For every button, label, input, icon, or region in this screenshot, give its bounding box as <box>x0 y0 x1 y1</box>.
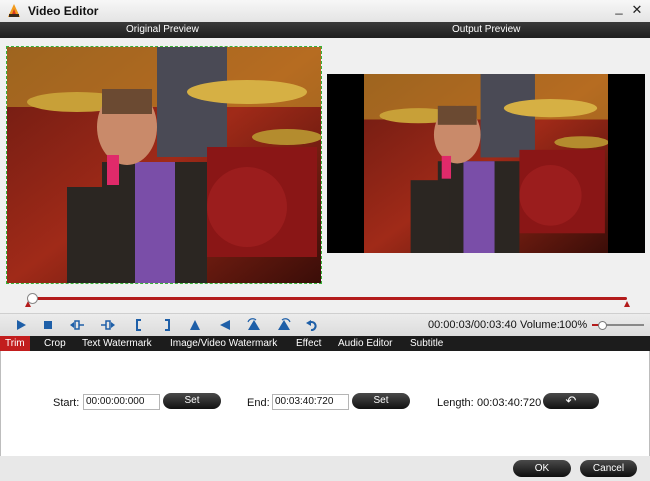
volume-handle[interactable] <box>598 321 608 330</box>
original-preview-video[interactable] <box>6 46 322 284</box>
tab-crop[interactable]: Crop <box>39 336 71 351</box>
tab-subtitle[interactable]: Subtitle <box>405 336 448 351</box>
play-icon[interactable] <box>14 318 28 332</box>
playback-controls: 00:00:03/00:03:40 Volume: 100% <box>0 313 650 336</box>
concert-frame-image <box>364 74 608 253</box>
reset-trim-button[interactable]: ↶ <box>543 393 599 409</box>
close-button[interactable]: ✕ <box>630 3 644 17</box>
original-preview-label: Original Preview <box>126 24 199 35</box>
start-label: Start: <box>53 397 80 409</box>
ok-button[interactable]: OK <box>513 460 571 477</box>
start-set-button[interactable]: Set <box>163 393 221 409</box>
tab-text-watermark[interactable]: Text Watermark <box>77 336 157 351</box>
flip-horizontal-icon[interactable] <box>218 318 232 332</box>
trim-panel: Start: Set End: Set Length: 00:03:40:720… <box>0 351 650 457</box>
mark-out-icon[interactable] <box>160 318 174 332</box>
editor-tabs: Trim Crop Text Watermark Image/Video Wat… <box>0 336 650 351</box>
output-frame <box>364 74 608 253</box>
volume-slider[interactable] <box>592 321 644 330</box>
start-time-field[interactable] <box>83 394 160 410</box>
rotate-right-icon[interactable] <box>277 318 291 332</box>
timeline-track[interactable] <box>27 297 627 300</box>
end-label: End: <box>247 397 270 409</box>
next-frame-icon[interactable] <box>101 318 115 332</box>
preview-header: Original Preview Output Preview <box>0 22 650 38</box>
stop-icon[interactable] <box>41 318 55 332</box>
tab-effect[interactable]: Effect <box>291 336 326 351</box>
end-time-field[interactable] <box>272 394 349 410</box>
title-bar: Video Editor _ ✕ <box>0 0 650 23</box>
output-preview-label: Output Preview <box>452 24 521 35</box>
tab-image-video-watermark[interactable]: Image/Video Watermark <box>165 336 282 351</box>
dialog-footer: OK Cancel <box>0 456 650 481</box>
window-title: Video Editor <box>28 4 99 18</box>
end-marker[interactable] <box>624 301 630 307</box>
app-logo-icon <box>8 4 20 17</box>
output-preview-video[interactable] <box>327 74 645 253</box>
flip-vertical-icon[interactable] <box>188 318 202 332</box>
undo-icon[interactable] <box>305 318 319 332</box>
cancel-button[interactable]: Cancel <box>580 460 637 477</box>
length-label: Length: <box>437 397 474 409</box>
minimize-button[interactable]: _ <box>612 1 626 15</box>
timeline <box>0 290 650 312</box>
rotate-left-icon[interactable] <box>247 318 261 332</box>
tab-trim[interactable]: Trim <box>0 336 30 351</box>
tab-audio-editor[interactable]: Audio Editor <box>333 336 397 351</box>
preview-area <box>0 38 650 290</box>
mark-in-icon[interactable] <box>132 318 146 332</box>
concert-frame-image <box>7 47 321 283</box>
volume-value: 100% <box>559 319 588 331</box>
seek-handle[interactable] <box>27 293 38 304</box>
length-value: 00:03:40:720 <box>477 397 542 409</box>
time-readout: 00:00:03/00:03:40 <box>428 319 517 331</box>
end-set-button[interactable]: Set <box>352 393 410 409</box>
prev-frame-icon[interactable] <box>70 318 84 332</box>
volume-label: Volume: <box>520 319 560 331</box>
